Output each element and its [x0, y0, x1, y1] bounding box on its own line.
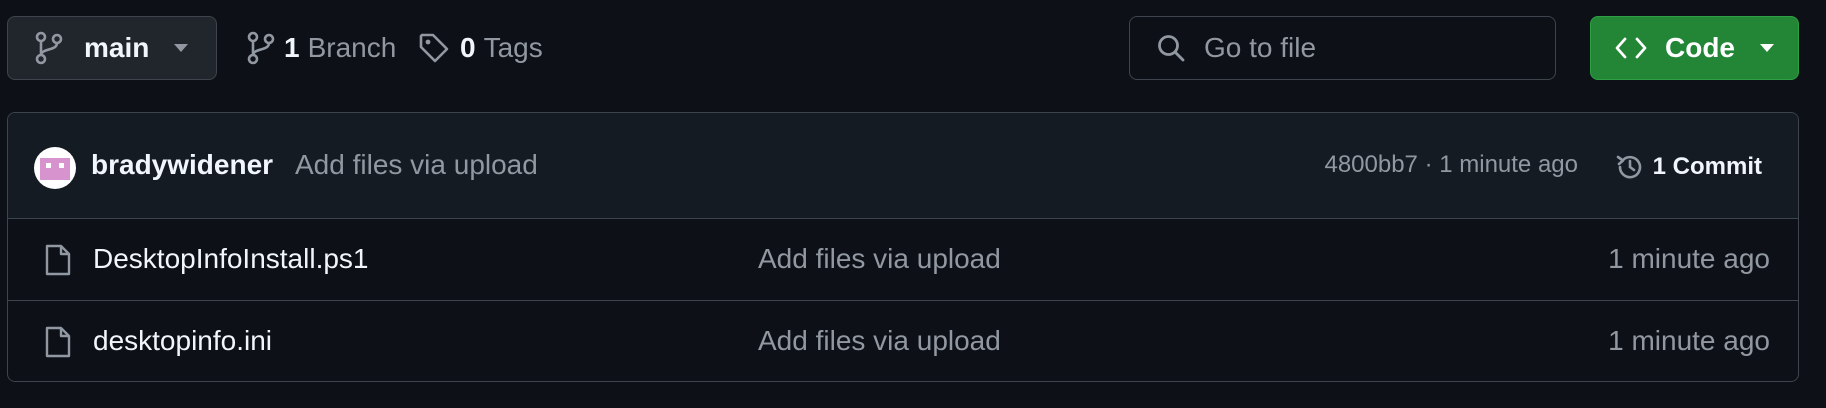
- commit-message-link[interactable]: Add files via upload: [295, 149, 538, 181]
- code-button-label: Code: [1665, 32, 1735, 63]
- avatar[interactable]: [34, 147, 76, 189]
- avatar-face: [40, 158, 70, 180]
- avatar-eye: [46, 163, 51, 168]
- file-commit-message-link[interactable]: Add files via upload: [758, 243, 1001, 275]
- commit-author-link[interactable]: bradywidener: [91, 149, 273, 181]
- chevron-down-icon: [1760, 44, 1774, 52]
- branches-label: Branch: [307, 32, 397, 63]
- file-icon: [45, 244, 71, 276]
- tags-count: 0: [460, 32, 476, 63]
- tag-icon: [419, 33, 449, 63]
- git-branch-icon: [35, 31, 63, 65]
- go-to-file-search[interactable]: [1129, 16, 1556, 80]
- avatar-eye: [59, 163, 64, 168]
- table-row: DesktopInfoInstall.ps1 Add files via upl…: [8, 219, 1798, 301]
- file-commit-time: 1 minute ago: [1608, 243, 1770, 274]
- code-icon: [1615, 37, 1647, 59]
- table-row: desktopinfo.ini Add files via upload 1 m…: [8, 301, 1798, 381]
- branch-select-button[interactable]: main: [7, 16, 217, 80]
- branches-count: 1: [284, 32, 300, 63]
- commit-count-label: 1 Commit: [1652, 153, 1762, 180]
- chevron-down-icon: [174, 44, 189, 52]
- search-icon: [1158, 35, 1185, 62]
- file-table: bradywidener Add files via upload 4800bb…: [7, 112, 1799, 382]
- branches-link[interactable]: 1 Branch: [246, 26, 396, 70]
- file-icon: [45, 326, 71, 358]
- file-commit-message-link[interactable]: Add files via upload: [758, 325, 1001, 357]
- file-commit-time: 1 minute ago: [1608, 325, 1770, 356]
- file-name-link[interactable]: DesktopInfoInstall.ps1: [93, 243, 369, 275]
- tags-label: Tags: [483, 32, 543, 63]
- tags-link[interactable]: 0 Tags: [418, 26, 543, 70]
- latest-commit-row: bradywidener Add files via upload 4800bb…: [8, 113, 1798, 219]
- code-button[interactable]: Code: [1590, 16, 1799, 80]
- repo-file-browser: main 1 Branch 0 Tags Go to file Code bra…: [0, 0, 1826, 408]
- go-to-file-input[interactable]: [1204, 32, 1534, 64]
- commit-hash-time[interactable]: 4800bb7 · 1 minute ago: [1324, 151, 1578, 179]
- file-name-link[interactable]: desktopinfo.ini: [93, 325, 272, 357]
- commit-history-link[interactable]: 1 Commit: [1615, 145, 1762, 189]
- branch-name: main: [84, 32, 150, 63]
- history-icon: [1616, 155, 1641, 179]
- git-branch-icon: [247, 31, 275, 65]
